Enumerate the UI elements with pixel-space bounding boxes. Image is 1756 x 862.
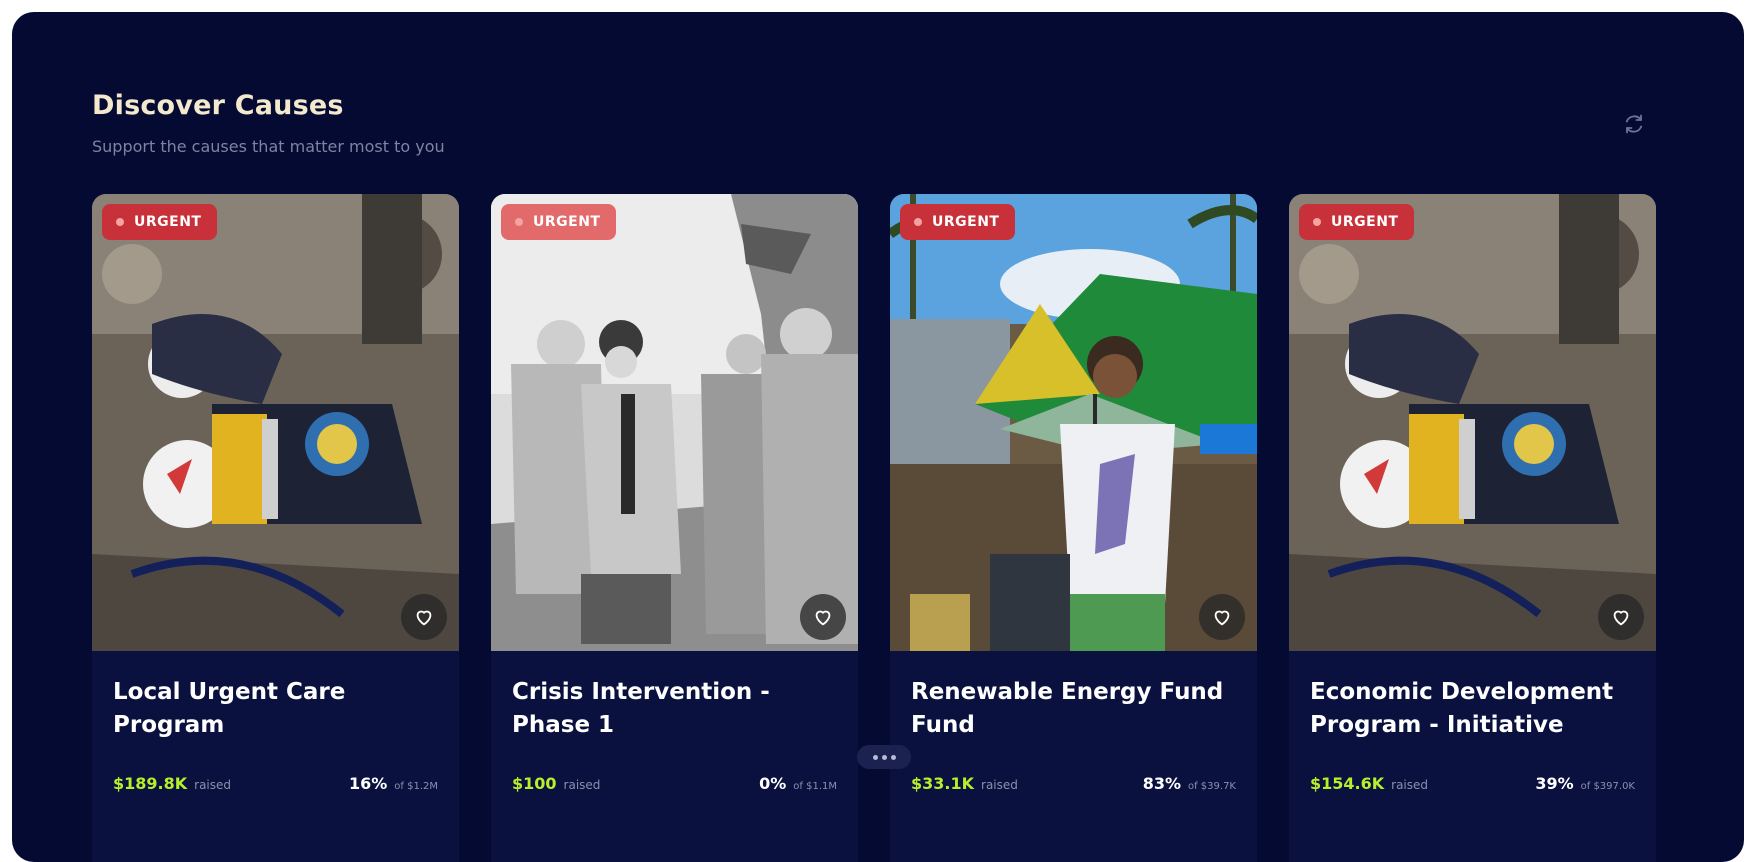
goal-amount: of $39.7K bbox=[1187, 781, 1236, 792]
card-title[interactable]: Economic Development Program - Initiativ… bbox=[1310, 676, 1640, 742]
card-title[interactable]: Local Urgent Care Program bbox=[113, 676, 443, 742]
cause-card[interactable]: URGENT Renewable Energy Fund Fund $33.1K… bbox=[890, 194, 1257, 862]
goal-amount: of $1.1M bbox=[793, 781, 837, 792]
raised-amount: $100 bbox=[512, 774, 557, 793]
refresh-icon[interactable] bbox=[1622, 112, 1646, 136]
raised-amount: $189.8K bbox=[113, 774, 188, 793]
heart-icon bbox=[416, 610, 432, 626]
rescue-workers-photo bbox=[1289, 194, 1656, 651]
urgent-badge: URGENT bbox=[900, 204, 1016, 240]
goal-amount: of $397.0K bbox=[1580, 781, 1635, 792]
heart-icon bbox=[1613, 610, 1629, 626]
urgent-badge: URGENT bbox=[102, 204, 218, 240]
progress-percent: 83% bbox=[1142, 774, 1181, 793]
raised-amount: $33.1K bbox=[911, 774, 975, 793]
progress-percent: 0% bbox=[759, 774, 787, 793]
favorite-button[interactable] bbox=[800, 594, 846, 640]
progress-percent: 39% bbox=[1535, 774, 1574, 793]
cause-card[interactable]: URGENT Local Urgent Care Program $189.8K… bbox=[92, 194, 459, 862]
badge-label: URGENT bbox=[134, 214, 202, 230]
cause-card[interactable]: URGENT Crisis Intervention - Phase 1 $10… bbox=[491, 194, 858, 862]
raised-label: raised bbox=[1391, 778, 1429, 792]
heart-icon bbox=[1214, 610, 1230, 626]
goal-amount: of $1.2M bbox=[394, 781, 438, 792]
woman-with-umbrella-photo bbox=[890, 194, 1257, 651]
rescue-team-photo bbox=[491, 194, 858, 651]
card-stats: $100 raised 0% of $1.1M bbox=[512, 774, 837, 793]
badge-label: URGENT bbox=[1331, 214, 1399, 230]
favorite-button[interactable] bbox=[1598, 594, 1644, 640]
favorite-button[interactable] bbox=[1199, 594, 1245, 640]
card-stats: $154.6K raised 39% of $397.0K bbox=[1310, 774, 1635, 793]
card-stats: $189.8K raised 16% of $1.2M bbox=[113, 774, 438, 793]
discover-causes-panel: Discover Causes Support the causes that … bbox=[12, 12, 1744, 862]
raised-label: raised bbox=[981, 778, 1018, 792]
progress-percent: 16% bbox=[348, 774, 388, 793]
card-title[interactable]: Crisis Intervention - Phase 1 bbox=[512, 676, 842, 742]
urgent-badge: URGENT bbox=[501, 204, 617, 240]
raised-label: raised bbox=[194, 778, 232, 792]
raised-label: raised bbox=[563, 778, 601, 792]
heart-icon bbox=[815, 610, 831, 626]
favorite-button[interactable] bbox=[401, 594, 447, 640]
section-title: Discover Causes bbox=[92, 90, 344, 121]
badge-dot-icon bbox=[1313, 218, 1321, 226]
raised-amount: $154.6K bbox=[1310, 774, 1385, 793]
badge-dot-icon bbox=[515, 218, 523, 226]
section-subtitle: Support the causes that matter most to y… bbox=[92, 137, 445, 156]
urgent-badge: URGENT bbox=[1299, 204, 1415, 240]
badge-label: URGENT bbox=[932, 214, 1000, 230]
rescue-workers-photo bbox=[92, 194, 459, 651]
card-title[interactable]: Renewable Energy Fund Fund bbox=[911, 676, 1241, 742]
more-dots-icon[interactable] bbox=[857, 745, 911, 769]
card-stats: $33.1K raised 83% of $39.7K bbox=[911, 774, 1236, 793]
badge-dot-icon bbox=[914, 218, 922, 226]
cause-card[interactable]: URGENT Economic Development Program - In… bbox=[1289, 194, 1656, 862]
badge-dot-icon bbox=[116, 218, 124, 226]
badge-label: URGENT bbox=[533, 214, 601, 230]
